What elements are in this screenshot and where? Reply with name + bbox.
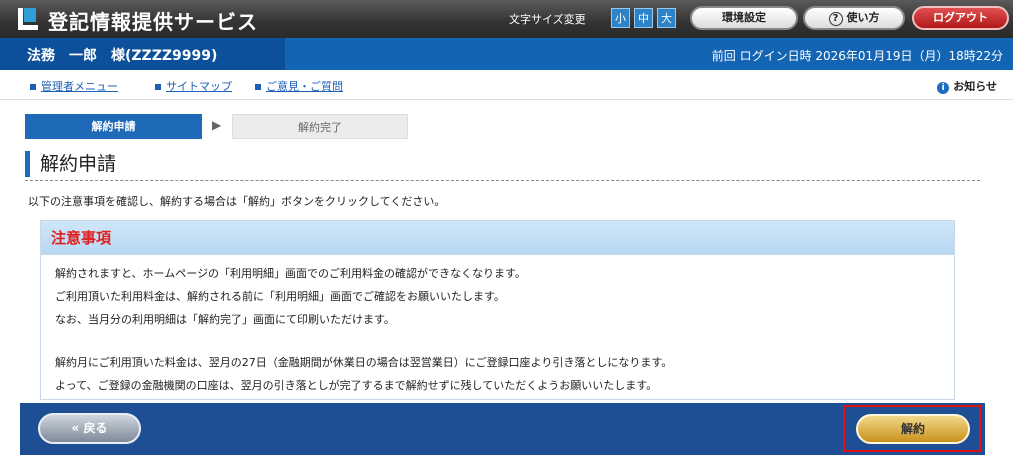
caution-line: 解約されますと、ホームページの「利用明細」画面でのご利用料金の確認ができなくなり…	[55, 267, 526, 280]
logout-button[interactable]: ログアウト	[912, 6, 1009, 30]
site-logo-icon	[14, 6, 40, 32]
divider	[25, 180, 980, 181]
user-name: 法務 一郎 様(ZZZZ9999)	[27, 48, 218, 64]
font-size-small-button[interactable]: 小	[611, 8, 630, 28]
user-bar: 法務 一郎 様(ZZZZ9999) 前回 ログイン日時 2026年01月19日（…	[0, 38, 1013, 70]
question-icon: ?	[828, 12, 843, 26]
env-settings-button[interactable]: 環境設定	[690, 6, 798, 30]
page-title: 解約申請	[25, 151, 116, 177]
caution-line: ご利用頂いた利用料金は、解約される前に「利用明細」画面でご確認をお願いいたします…	[55, 290, 505, 303]
step-current: 解約申請	[25, 114, 202, 139]
sitemap-link[interactable]: サイトマップ	[155, 78, 232, 94]
font-size-label: 文字サイズ変更	[509, 13, 586, 26]
last-login: 前回 ログイン日時 2026年01月19日（月）18時22分	[711, 49, 1003, 63]
admin-menu-link[interactable]: 管理者メニュー	[30, 78, 118, 94]
instruction-text: 以下の注意事項を確認し、解約する場合は「解約」ボタンをクリックしてください。	[28, 195, 446, 208]
help-button[interactable]: ? 使い方	[803, 6, 905, 30]
help-label: 使い方	[846, 11, 880, 24]
notice-link[interactable]: i お知らせ	[937, 78, 997, 94]
top-header: 登記情報提供サービス 文字サイズ変更 小 中 大 環境設定 ? 使い方 ログアウト	[0, 0, 1013, 38]
caution-line: なお、当月分の利用明細は「解約完了」画面にて印刷いただけます。	[55, 313, 395, 326]
back-button[interactable]: « 戻る	[38, 413, 141, 444]
caution-line: よって、ご登録の金融機関の口座は、翌月の引き落としが完了するまで解約せずに残して…	[55, 379, 658, 392]
link-bar: 管理者メニュー サイトマップ ご意見・ご質問 i お知らせ	[0, 70, 1013, 100]
cancel-highlight: 解約	[843, 405, 981, 452]
cancel-contract-button[interactable]: 解約	[856, 414, 970, 444]
step-arrow-icon: ▶	[212, 118, 222, 132]
caution-line: 解約月にご利用頂いた料金は、翌月の27日（金融期間が休業日の場合は翌営業日）にご…	[55, 356, 673, 369]
action-bar: « 戻る 解約	[20, 403, 985, 455]
step-next: 解約完了	[232, 114, 408, 139]
caution-title: 注意事項	[41, 221, 954, 255]
site-title: 登記情報提供サービス	[48, 10, 258, 34]
font-size-medium-button[interactable]: 中	[634, 8, 653, 28]
info-icon: i	[937, 82, 950, 94]
font-size-large-button[interactable]: 大	[657, 8, 676, 28]
caution-box: 注意事項 解約されますと、ホームページの「利用明細」画面でのご利用料金の確認がで…	[40, 220, 955, 400]
feedback-link[interactable]: ご意見・ご質問	[255, 78, 343, 94]
